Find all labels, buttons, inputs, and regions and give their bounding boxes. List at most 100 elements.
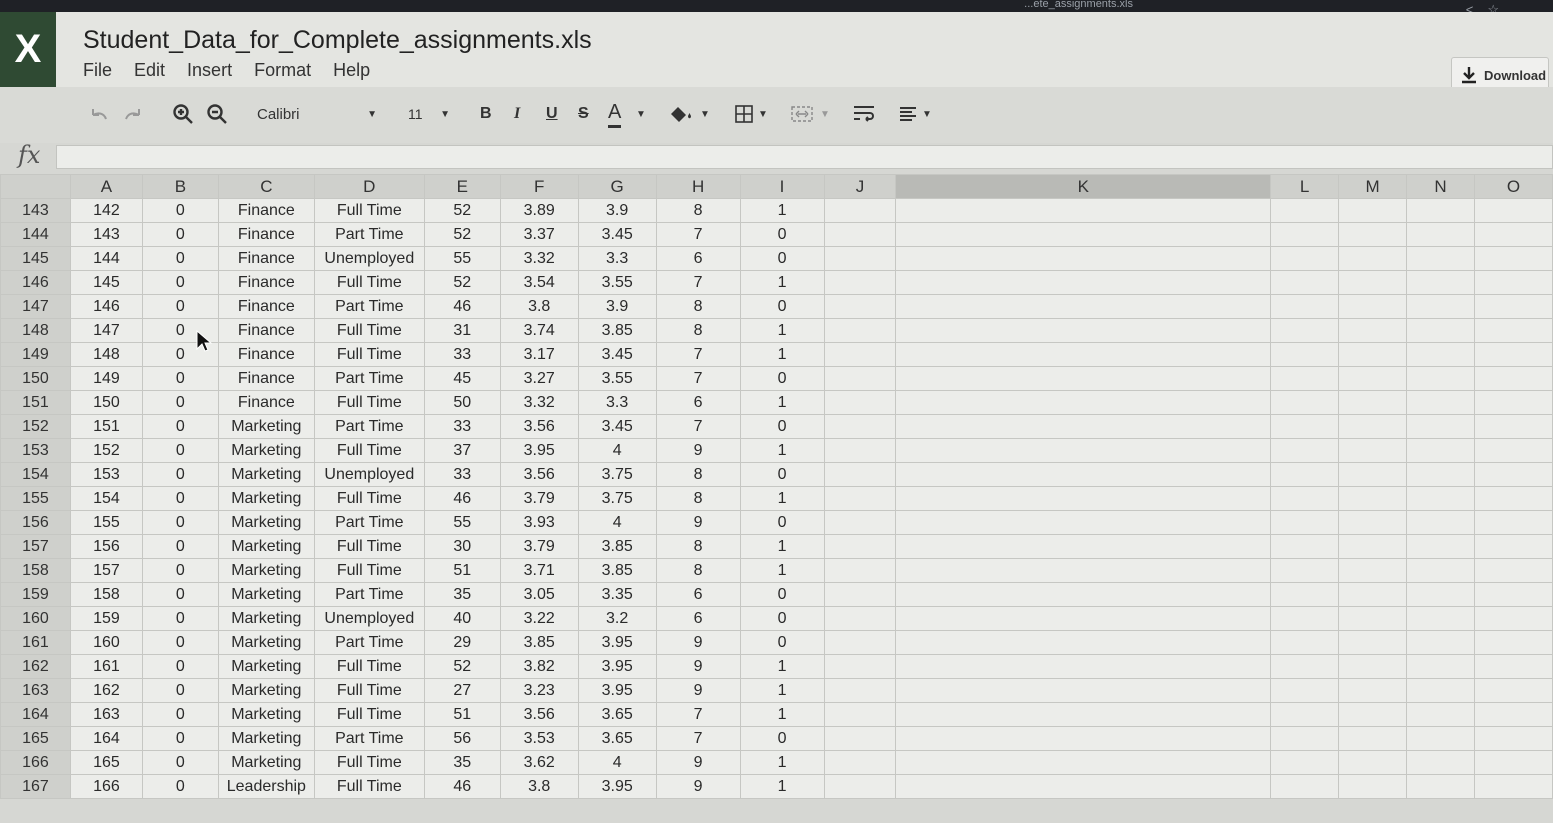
- cell[interactable]: [1270, 702, 1340, 727]
- italic-button[interactable]: I: [514, 99, 520, 129]
- cell[interactable]: Finance: [217, 246, 315, 271]
- cell[interactable]: 0: [141, 198, 219, 223]
- cell[interactable]: 158: [69, 582, 143, 607]
- row-header[interactable]: 152: [0, 414, 71, 439]
- cell[interactable]: [1338, 606, 1407, 631]
- cell[interactable]: 3.3: [577, 390, 657, 415]
- cell[interactable]: 52: [423, 198, 501, 223]
- cell[interactable]: [1473, 294, 1553, 319]
- cell[interactable]: Full Time: [313, 534, 425, 559]
- row-header[interactable]: 165: [0, 726, 71, 751]
- formula-input[interactable]: [56, 145, 1553, 169]
- cell[interactable]: 46: [423, 774, 501, 799]
- row-header[interactable]: 155: [0, 486, 71, 511]
- align-icon[interactable]: ▼: [898, 99, 932, 129]
- row-header[interactable]: 147: [0, 294, 71, 319]
- cell[interactable]: 3.53: [499, 726, 579, 751]
- cell[interactable]: [1473, 630, 1553, 655]
- cell[interactable]: 1: [739, 654, 825, 679]
- cell[interactable]: [1338, 414, 1407, 439]
- cell[interactable]: 3.85: [577, 558, 657, 583]
- font-family-select[interactable]: Calibri ▼: [257, 99, 377, 129]
- column-header[interactable]: E: [423, 174, 501, 199]
- cell[interactable]: 159: [69, 606, 143, 631]
- cell[interactable]: 8: [655, 486, 741, 511]
- row-header[interactable]: 160: [0, 606, 71, 631]
- cell[interactable]: 1: [739, 318, 825, 343]
- cell[interactable]: 0: [141, 534, 219, 559]
- cell[interactable]: 0: [739, 366, 825, 391]
- cell[interactable]: Marketing: [217, 582, 315, 607]
- cell[interactable]: 0: [141, 558, 219, 583]
- cell[interactable]: 29: [423, 630, 501, 655]
- cell[interactable]: [895, 606, 1272, 631]
- cell[interactable]: [1270, 318, 1340, 343]
- cell[interactable]: [823, 582, 897, 607]
- cell[interactable]: 165: [69, 750, 143, 775]
- cell[interactable]: 3.65: [577, 702, 657, 727]
- cell[interactable]: 163: [69, 702, 143, 727]
- cell[interactable]: 3.95: [577, 654, 657, 679]
- cell[interactable]: [1338, 270, 1407, 295]
- cell[interactable]: 3.8: [499, 294, 579, 319]
- cell[interactable]: 3.37: [499, 222, 579, 247]
- cell[interactable]: [823, 534, 897, 559]
- cell[interactable]: Part Time: [313, 366, 425, 391]
- cell[interactable]: 8: [655, 462, 741, 487]
- cell[interactable]: [1406, 750, 1475, 775]
- cell[interactable]: 156: [69, 534, 143, 559]
- cell[interactable]: Marketing: [217, 414, 315, 439]
- wrap-text-icon[interactable]: [852, 99, 876, 129]
- cell[interactable]: 8: [655, 198, 741, 223]
- cell[interactable]: 0: [141, 774, 219, 799]
- cell[interactable]: Unemployed: [313, 246, 425, 271]
- cell[interactable]: 3.89: [499, 198, 579, 223]
- cell[interactable]: [1406, 510, 1475, 535]
- cell[interactable]: 3.05: [499, 582, 579, 607]
- cell[interactable]: [1338, 750, 1407, 775]
- cell[interactable]: [1473, 486, 1553, 511]
- cell[interactable]: 3.35: [577, 582, 657, 607]
- cell[interactable]: 0: [141, 486, 219, 511]
- cell[interactable]: 147: [69, 318, 143, 343]
- cell[interactable]: [1338, 702, 1407, 727]
- cell[interactable]: [1338, 678, 1407, 703]
- cell[interactable]: Unemployed: [313, 606, 425, 631]
- cell[interactable]: 7: [655, 414, 741, 439]
- cell[interactable]: 1: [739, 750, 825, 775]
- cell[interactable]: 7: [655, 342, 741, 367]
- row-header[interactable]: 149: [0, 342, 71, 367]
- cell[interactable]: 7: [655, 222, 741, 247]
- column-header[interactable]: N: [1406, 174, 1475, 199]
- cell[interactable]: [1406, 534, 1475, 559]
- cell[interactable]: 35: [423, 750, 501, 775]
- cell[interactable]: Finance: [217, 270, 315, 295]
- cell[interactable]: [823, 222, 897, 247]
- font-size-select[interactable]: 11 ▼: [408, 99, 450, 129]
- cell[interactable]: [823, 510, 897, 535]
- cell[interactable]: [895, 270, 1272, 295]
- cell[interactable]: Marketing: [217, 558, 315, 583]
- row-header[interactable]: 144: [0, 222, 71, 247]
- row-header[interactable]: 167: [0, 774, 71, 799]
- cell[interactable]: [1338, 462, 1407, 487]
- cell[interactable]: [823, 342, 897, 367]
- cell[interactable]: 30: [423, 534, 501, 559]
- cell[interactable]: [1338, 534, 1407, 559]
- zoom-out-icon[interactable]: [206, 99, 228, 129]
- column-header[interactable]: A: [69, 174, 143, 199]
- cell[interactable]: 3.55: [577, 366, 657, 391]
- cell[interactable]: 7: [655, 270, 741, 295]
- cell[interactable]: 8: [655, 294, 741, 319]
- chevron-down-icon[interactable]: ▼: [636, 99, 646, 129]
- cell[interactable]: Full Time: [313, 270, 425, 295]
- cell[interactable]: Full Time: [313, 678, 425, 703]
- cell[interactable]: 0: [141, 606, 219, 631]
- cell[interactable]: Marketing: [217, 510, 315, 535]
- cell[interactable]: [895, 510, 1272, 535]
- fill-color-icon[interactable]: ▼: [668, 99, 710, 129]
- cell[interactable]: [895, 654, 1272, 679]
- cell[interactable]: 3.9: [577, 198, 657, 223]
- cell[interactable]: [1270, 750, 1340, 775]
- cell[interactable]: [1270, 342, 1340, 367]
